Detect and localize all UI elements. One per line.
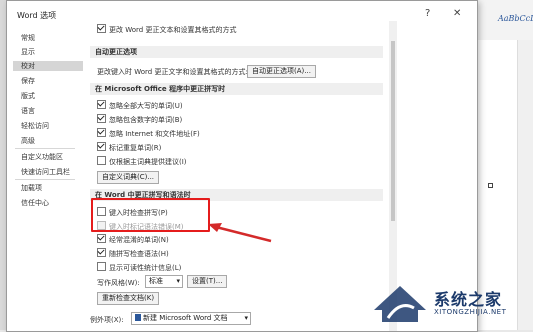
house-logo-icon — [374, 286, 426, 322]
arrow-shaft — [215, 225, 272, 243]
watermark-english-text: XITONGZHIJIA.NET — [434, 308, 507, 316]
watermark: 系统之家 XITONGZHIJIA.NET — [368, 280, 533, 330]
watermark-chinese-text: 系统之家 — [434, 290, 503, 309]
